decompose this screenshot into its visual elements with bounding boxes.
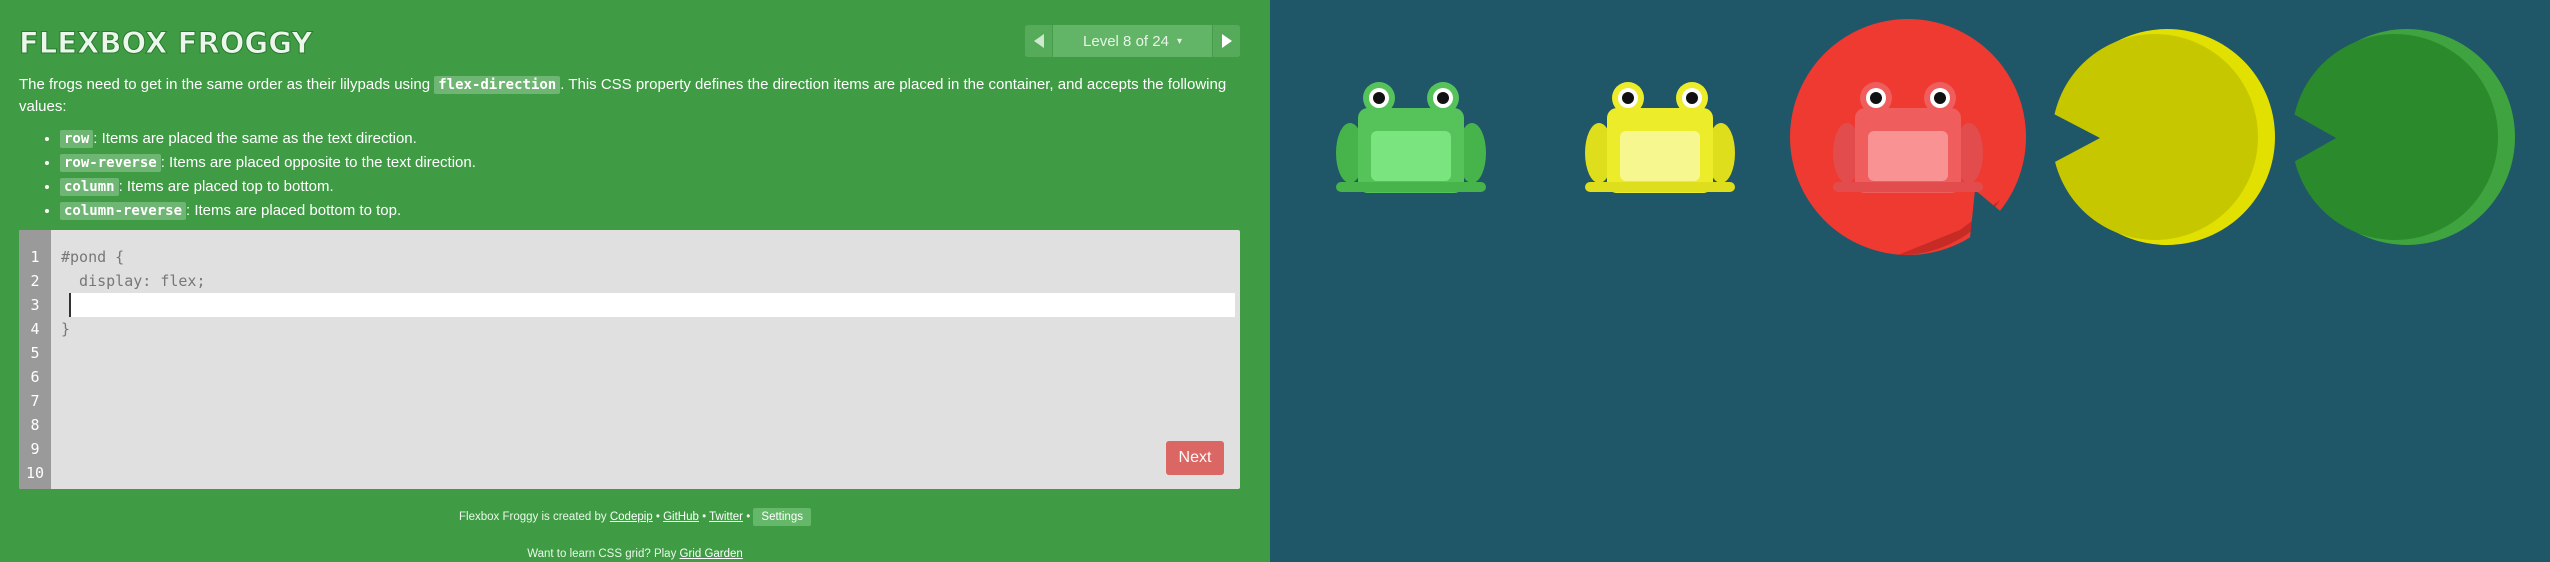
css-input[interactable] — [69, 293, 1235, 317]
line-number: 7 — [30, 392, 40, 410]
line-numbers: 1 2 3 4 5 6 7 8 9 10 — [19, 230, 51, 489]
line-number: 9 — [30, 440, 40, 458]
pond — [1270, 0, 2550, 562]
credits-text: Flexbox Froggy is created by — [459, 511, 610, 523]
separator: • — [652, 511, 664, 523]
lilypad-yellow — [2050, 29, 2275, 245]
previous-level-button[interactable] — [1025, 25, 1053, 57]
next-level-button[interactable] — [1212, 25, 1240, 57]
next-button[interactable]: Next — [1166, 441, 1224, 475]
value-code: row — [60, 130, 94, 148]
code-line: } — [61, 320, 71, 338]
line-number: 8 — [30, 416, 40, 434]
line-number: 10 — [25, 464, 45, 482]
caret-down-icon: ▾ — [1176, 35, 1182, 47]
level-navigation: Level 8 of 24 ▾ — [1025, 25, 1240, 57]
value-description: : Items are placed top to bottom. — [118, 178, 334, 195]
grid-garden-promo: Want to learn CSS grid? Play Grid Garden — [0, 548, 1270, 560]
level-indicator-label: Level 8 of 24 — [1083, 32, 1169, 50]
promo-text: Want to learn CSS grid? Play — [527, 548, 680, 560]
intro-code: flex-direction — [434, 76, 561, 94]
arrow-right-icon — [1221, 34, 1232, 48]
value-description: : Items are placed opposite to the text … — [160, 154, 476, 171]
grid-garden-link[interactable]: Grid Garden — [680, 548, 743, 560]
line-number: 3 — [30, 296, 40, 314]
frog-yellow — [1585, 82, 1735, 193]
line-number: 5 — [30, 344, 40, 362]
value-description: : Items are placed bottom to top. — [186, 202, 402, 219]
code-line: display: flex; — [61, 272, 206, 290]
app-title: FLEXBOX FROGGY — [18, 26, 313, 61]
lilypad-green — [2290, 29, 2515, 245]
pond-scene — [1336, 19, 2515, 256]
sidebar: FLEXBOX FROGGY Level 8 of 24 ▾ The frogs… — [0, 0, 1270, 562]
instructions: The frogs need to get in the same order … — [19, 74, 1259, 223]
value-code: row-reverse — [60, 154, 161, 172]
line-number: 2 — [30, 272, 40, 290]
line-number: 4 — [30, 320, 40, 338]
separator: • — [743, 511, 754, 523]
list-item: row-reverse: Items are placed opposite t… — [60, 151, 1259, 175]
line-number: 1 — [30, 248, 40, 266]
level-indicator-dropdown[interactable]: Level 8 of 24 ▾ — [1053, 25, 1212, 57]
list-item: column: Items are placed top to bottom. — [60, 175, 1259, 199]
intro-text: The frogs need to get in the same order … — [19, 76, 435, 93]
settings-button[interactable]: Settings — [753, 508, 811, 526]
codepip-link[interactable]: Codepip — [610, 511, 653, 523]
list-item: column-reverse: Items are placed bottom … — [60, 199, 1259, 223]
credits: Flexbox Froggy is created by Codepip • G… — [0, 508, 1270, 526]
separator: • — [698, 511, 710, 523]
value-code: column — [60, 178, 119, 196]
value-description: : Items are placed the same as the text … — [93, 130, 417, 147]
value-code: column-reverse — [60, 202, 187, 220]
line-number: 6 — [30, 368, 40, 386]
code-line: #pond { — [61, 248, 125, 266]
code-area: #pond { display: flex; } — [51, 230, 1240, 489]
frog-green — [1336, 82, 1486, 193]
instructions-intro: The frogs need to get in the same order … — [19, 74, 1259, 118]
arrow-left-icon — [1033, 34, 1044, 48]
twitter-link[interactable]: Twitter — [709, 511, 743, 523]
github-link[interactable]: GitHub — [663, 511, 699, 523]
code-editor: 1 2 3 4 5 6 7 8 9 10 #pond { display: fl… — [19, 230, 1240, 489]
list-item: row: Items are placed the same as the te… — [60, 127, 1259, 151]
value-list: row: Items are placed the same as the te… — [19, 127, 1259, 223]
